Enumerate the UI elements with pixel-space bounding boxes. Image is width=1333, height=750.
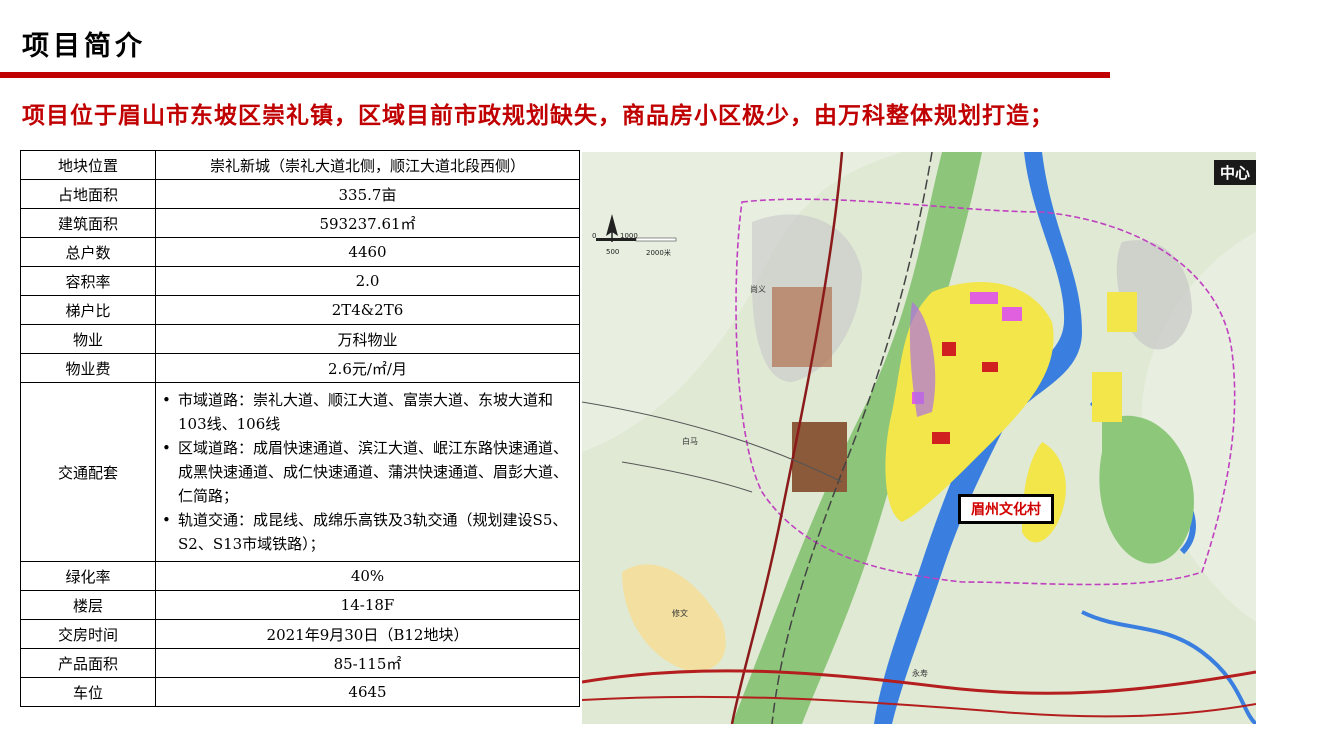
place-label: 永寿	[912, 669, 928, 678]
table-row: 梯户比 2T4&2T6	[20, 295, 580, 325]
row-label: 楼层	[20, 590, 156, 620]
table-row: 总户数 4460	[20, 237, 580, 267]
table-row: 容积率 2.0	[20, 266, 580, 296]
table-row: 产品面积 85-115㎡	[20, 648, 580, 678]
transport-item: 区域道路：成眉快速通道、滨江大道、岷江东路快速通道、成黑快速通道、成仁快速通道、…	[162, 436, 575, 508]
row-value: 14-18F	[155, 590, 580, 620]
scale-label-c: 500	[606, 248, 620, 256]
row-label: 物业	[20, 324, 156, 354]
row-value: 4460	[155, 237, 580, 267]
transport-item: 市域道路：崇礼大道、顺江大道、富崇大道、东坡大道和103线、106线	[162, 388, 575, 436]
row-label: 地块位置	[20, 150, 156, 180]
planning-map: 0 1000 500 2000米 尚义 白马 修文 永寿 中心 眉州文化村	[582, 152, 1256, 724]
table-row: 地块位置 崇礼新城（崇礼大道北侧，顺江大道北段西侧）	[20, 150, 580, 180]
transport-cell: 市域道路：崇礼大道、顺江大道、富崇大道、东坡大道和103线、106线 区域道路：…	[155, 382, 580, 562]
table-row: 建筑面积 593237.61㎡	[20, 208, 580, 238]
row-value: 崇礼新城（崇礼大道北侧，顺江大道北段西侧）	[155, 150, 580, 180]
table-row: 绿化率 40%	[20, 561, 580, 591]
place-label: 白马	[682, 437, 698, 446]
table-row: 交房时间 2021年9月30日（B12地块）	[20, 619, 580, 649]
row-value: 2.0	[155, 266, 580, 296]
row-value: 4645	[155, 677, 580, 707]
row-value: 40%	[155, 561, 580, 591]
page-title: 项目简介	[22, 31, 146, 62]
row-label: 梯户比	[20, 295, 156, 325]
row-value: 335.7亩	[155, 179, 580, 209]
row-value: 593237.61㎡	[155, 208, 580, 238]
scale-label-b: 1000	[620, 232, 638, 240]
map-corner-label: 中心	[1213, 160, 1256, 185]
row-label: 物业费	[20, 353, 156, 383]
row-label: 建筑面积	[20, 208, 156, 238]
place-label: 尚义	[750, 285, 766, 294]
table-row: 车位 4645	[20, 677, 580, 707]
row-value: 2021年9月30日（B12地块）	[155, 619, 580, 649]
row-value: 85-115㎡	[155, 648, 580, 678]
row-value: 2T4&2T6	[155, 295, 580, 325]
row-label: 车位	[20, 677, 156, 707]
row-label: 总户数	[20, 237, 156, 267]
table-row: 物业费 2.6元/㎡/月	[20, 353, 580, 383]
table-row: 交通配套 市域道路：崇礼大道、顺江大道、富崇大道、东坡大道和103线、106线 …	[20, 382, 580, 562]
row-label: 交房时间	[20, 619, 156, 649]
row-label: 占地面积	[20, 179, 156, 209]
headline: 项目位于眉山市东坡区崇礼镇，区域目前市政规划缺失，商品房小区极少，由万科整体规划…	[22, 102, 1054, 129]
scale-label-d: 2000米	[646, 249, 671, 257]
row-value: 万科物业	[155, 324, 580, 354]
row-value: 2.6元/㎡/月	[155, 353, 580, 383]
place-label: 修文	[672, 609, 688, 618]
scale-label-a: 0	[592, 232, 597, 240]
table-row: 占地面积 335.7亩	[20, 179, 580, 209]
table-row: 楼层 14-18F	[20, 590, 580, 620]
transport-item: 轨道交通：成昆线、成绵乐高铁及3轨交通（规划建设S5、S2、S13市域铁路）；	[162, 508, 575, 556]
table-row: 物业 万科物业	[20, 324, 580, 354]
title-rule	[0, 72, 1110, 78]
row-label: 绿化率	[20, 561, 156, 591]
row-label: 交通配套	[20, 382, 156, 562]
row-label: 容积率	[20, 266, 156, 296]
project-info-table: 地块位置 崇礼新城（崇礼大道北侧，顺江大道北段西侧） 占地面积 335.7亩 建筑面积 5…	[20, 150, 580, 707]
project-location-callout: 眉州文化村	[958, 494, 1054, 524]
row-label: 产品面积	[20, 648, 156, 678]
